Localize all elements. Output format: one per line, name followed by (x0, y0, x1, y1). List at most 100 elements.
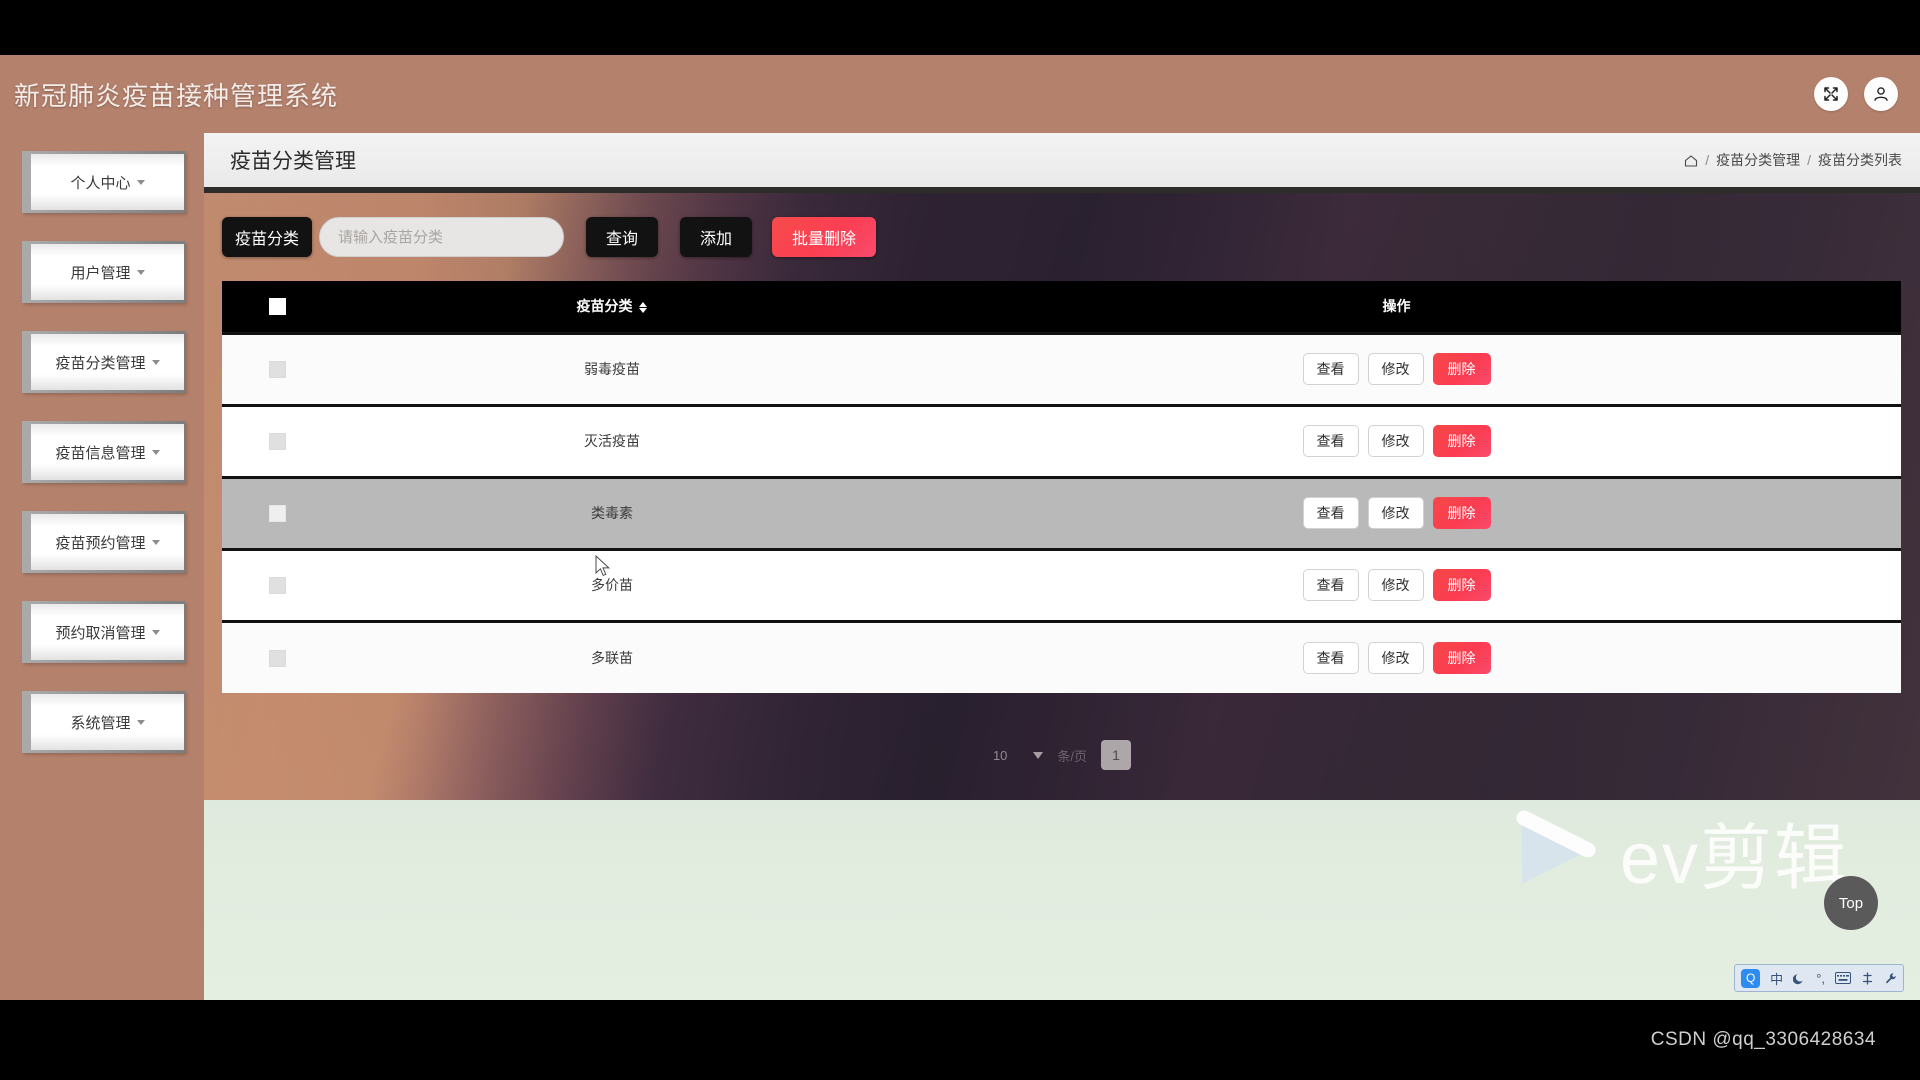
row-actions: 查看 修改 删除 (892, 497, 1901, 529)
query-button[interactable]: 查询 (586, 217, 659, 257)
per-page-label: 条/页 (1057, 748, 1088, 764)
sidebar-item-system-management[interactable]: 系统管理 (22, 691, 185, 753)
row-checkbox[interactable] (268, 576, 286, 594)
table-body: 弱毒疫苗 查看 修改 删除 灭活疫苗 查看 修改 删除 类毒素 查看 修改 删除… (222, 331, 1901, 693)
page-title: 疫苗分类管理 (230, 150, 356, 173)
table-header-row: 疫苗分类 操作 (222, 281, 1901, 333)
home-icon[interactable] (1684, 152, 1698, 168)
sidebar-item-label: 系统管理 (70, 714, 131, 732)
sidebar-item-label: 用户管理 (70, 264, 131, 282)
delete-button[interactable]: 删除 (1432, 497, 1491, 529)
delete-button[interactable]: 删除 (1432, 569, 1491, 601)
row-actions: 查看 修改 删除 (892, 641, 1901, 674)
sidebar-item-label: 预约取消管理 (55, 624, 146, 642)
chevron-down-icon (151, 539, 160, 545)
edit-button[interactable]: 修改 (1367, 497, 1424, 529)
sidebar-item-user-management[interactable]: 用户管理 (22, 241, 185, 303)
punctuation-icon[interactable]: °, (1816, 971, 1825, 986)
ime-toolbar: Q 中 °, (1734, 964, 1904, 992)
batch-delete-button[interactable]: 批量删除 (772, 217, 877, 257)
sidebar-item-label: 疫苗信息管理 (55, 444, 146, 462)
moon-icon[interactable] (1793, 972, 1806, 985)
view-button[interactable]: 查看 (1302, 353, 1359, 385)
breadcrumb-item-category-list[interactable]: 疫苗分类列表 (1818, 150, 1902, 170)
sidebar-item-label: 疫苗分类管理 (55, 354, 146, 372)
user-icon[interactable] (1864, 77, 1898, 111)
edit-button[interactable]: 修改 (1367, 641, 1424, 674)
chevron-down-icon (151, 629, 160, 635)
table-row[interactable]: 弱毒疫苗 查看 修改 删除 (222, 331, 1901, 405)
chevron-down-icon[interactable] (1033, 751, 1044, 759)
row-select-cell (222, 619, 332, 693)
row-select-cell (222, 547, 332, 621)
select-all-checkbox[interactable] (268, 298, 286, 316)
view-button[interactable]: 查看 (1302, 425, 1359, 457)
main-content: 疫苗分类管理 / 疫苗分类管理 / 疫苗分类列表 疫苗分类 查询 (204, 133, 1920, 1000)
page-size-select[interactable]: 10 (993, 748, 1044, 763)
row-select-cell (222, 331, 332, 405)
row-select-cell (222, 403, 332, 477)
sidebar-item-vaccine-info-management[interactable]: 疫苗信息管理 (22, 421, 185, 483)
chevron-down-icon (136, 269, 145, 275)
table-row[interactable]: 类毒素 查看 修改 删除 (222, 475, 1901, 549)
delete-button[interactable]: 删除 (1432, 641, 1491, 674)
row-actions: 查看 修改 删除 (892, 569, 1901, 601)
app-header: 新冠肺炎疫苗接种管理系统 (0, 55, 1920, 133)
sidebar: 个人中心 用户管理 疫苗分类管理 疫苗信息管理 疫苗预约管理 预约取消管理 系统… (0, 133, 204, 1000)
page-header: 疫苗分类管理 / 疫苗分类管理 / 疫苗分类列表 (204, 133, 1920, 193)
sidebar-item-vaccine-category-management[interactable]: 疫苗分类管理 (22, 331, 185, 393)
table-head: 疫苗分类 操作 (222, 281, 1901, 333)
edit-button[interactable]: 修改 (1367, 425, 1424, 457)
keyboard-icon[interactable] (1835, 972, 1851, 984)
edit-button[interactable]: 修改 (1367, 353, 1424, 385)
sort-arrows-icon[interactable] (639, 302, 648, 314)
scroll-to-top-button[interactable]: Top (1824, 876, 1878, 930)
application-window: 新冠肺炎疫苗接种管理系统 个人中心 用户管理 疫苗分类管理 疫苗信息管理 疫苗预… (0, 55, 1920, 1000)
breadcrumb-item-category-management[interactable]: 疫苗分类管理 (1716, 150, 1800, 170)
table-row[interactable]: 多联苗 查看 修改 删除 (222, 619, 1901, 693)
row-category-cell: 灭活疫苗 (332, 403, 892, 477)
row-actions: 查看 修改 删除 (892, 353, 1901, 385)
view-button[interactable]: 查看 (1302, 497, 1359, 529)
breadcrumb-separator: / (1705, 152, 1710, 168)
breadcrumb: / 疫苗分类管理 / 疫苗分类列表 (1684, 150, 1902, 170)
delete-button[interactable]: 删除 (1432, 353, 1491, 385)
sidebar-item-vaccine-appointment-management[interactable]: 疫苗预约管理 (22, 511, 185, 573)
chevron-down-icon (151, 359, 160, 365)
row-checkbox[interactable] (268, 360, 286, 378)
add-button[interactable]: 添加 (680, 217, 753, 257)
row-select-cell (222, 475, 332, 549)
toolbox-icon[interactable] (1861, 971, 1874, 985)
table-header-category-label: 疫苗分类 (576, 298, 633, 315)
delete-button[interactable]: 删除 (1432, 425, 1491, 457)
table-row[interactable]: 灭活疫苗 查看 修改 删除 (222, 403, 1901, 477)
table-header-category[interactable]: 疫苗分类 (332, 281, 892, 333)
row-actions-cell: 查看 修改 删除 (892, 547, 1901, 621)
chevron-down-icon (136, 719, 145, 725)
row-category-cell: 弱毒疫苗 (332, 331, 892, 405)
row-actions: 查看 修改 删除 (892, 425, 1901, 457)
chevron-down-icon (151, 449, 160, 455)
sidebar-item-appointment-cancel-management[interactable]: 预约取消管理 (22, 601, 185, 663)
ime-logo-icon[interactable]: Q (1741, 968, 1761, 988)
wrench-icon[interactable] (1884, 972, 1897, 985)
row-category-cell: 类毒素 (332, 475, 892, 549)
data-table-container: 疫苗分类 操作 弱毒疫苗 查看 修改 删除 灭活疫苗 查看 修改 删除 类毒素 … (222, 281, 1901, 693)
row-checkbox[interactable] (268, 432, 286, 450)
row-checkbox[interactable] (268, 504, 286, 522)
view-button[interactable]: 查看 (1302, 569, 1359, 601)
page-number-button[interactable]: 1 (1101, 740, 1132, 770)
sidebar-item-personal-center[interactable]: 个人中心 (22, 151, 185, 213)
view-button[interactable]: 查看 (1302, 641, 1359, 674)
chevron-down-icon (136, 179, 145, 185)
row-checkbox[interactable] (268, 649, 286, 667)
edit-button[interactable]: 修改 (1367, 569, 1424, 601)
table-header-select-all (222, 281, 332, 333)
sidebar-item-label: 个人中心 (70, 174, 131, 192)
search-input[interactable] (319, 217, 565, 257)
fullscreen-icon[interactable] (1814, 77, 1848, 111)
search-field-label: 疫苗分类 (222, 217, 313, 257)
ime-language-mode[interactable]: 中 (1770, 969, 1783, 988)
row-actions-cell: 查看 修改 删除 (892, 403, 1901, 477)
table-row[interactable]: 多价苗 查看 修改 删除 (222, 547, 1901, 621)
